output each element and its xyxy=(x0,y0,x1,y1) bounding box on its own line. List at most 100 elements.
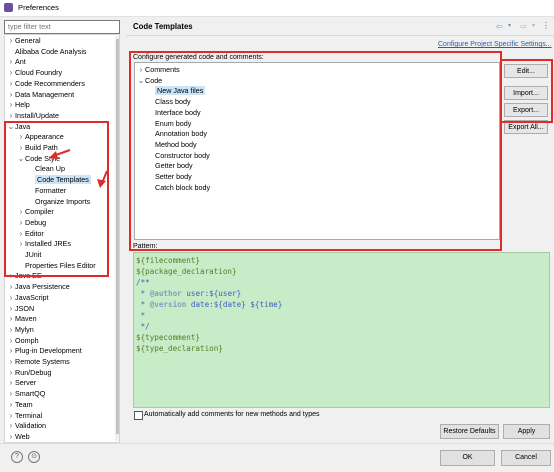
restore-defaults-button[interactable]: Restore Defaults xyxy=(440,424,499,439)
chevron-right-icon[interactable]: › xyxy=(7,378,15,388)
tree-item[interactable]: JUnit xyxy=(17,250,41,260)
template-item[interactable]: Catch block body xyxy=(147,183,210,193)
chevron-right-icon[interactable]: › xyxy=(17,207,25,217)
tree-item[interactable]: › Java EE xyxy=(7,271,42,281)
tree-item[interactable]: › Compiler xyxy=(17,207,54,217)
template-item[interactable]: Enum body xyxy=(147,119,191,129)
tree-item[interactable]: › Team xyxy=(7,400,33,410)
chevron-right-icon[interactable]: › xyxy=(137,65,145,75)
tree-item[interactable]: › Install/Update xyxy=(7,111,59,121)
chevron-right-icon[interactable]: › xyxy=(7,68,15,78)
tree-item[interactable]: › Installed JREs xyxy=(17,239,71,249)
tree-item[interactable]: › Plug-in Development xyxy=(7,346,82,356)
tree-item[interactable]: › Code Recommenders xyxy=(7,79,85,89)
tree-item[interactable]: › General xyxy=(7,36,41,46)
chevron-right-icon[interactable]: › xyxy=(17,143,25,153)
chevron-right-icon[interactable]: › xyxy=(7,421,15,431)
filter-input[interactable] xyxy=(5,21,119,31)
template-item[interactable]: New Java files xyxy=(147,86,206,96)
template-item[interactable]: ⌄Code xyxy=(137,76,163,86)
cancel-button[interactable]: Cancel xyxy=(501,450,551,466)
template-item[interactable]: › Comments xyxy=(137,65,180,75)
filter-field[interactable] xyxy=(4,20,120,34)
template-item[interactable]: Class body xyxy=(147,97,191,107)
chevron-right-icon[interactable]: › xyxy=(7,346,15,356)
tree-item[interactable]: › Cloud Foundry xyxy=(7,68,63,78)
tree-item[interactable]: Alibaba Code Analysis xyxy=(7,47,87,57)
template-item[interactable]: Constructor body xyxy=(147,151,210,161)
chevron-right-icon[interactable]: › xyxy=(17,229,25,239)
help-icon[interactable]: ? xyxy=(11,451,23,463)
ok-button[interactable]: OK xyxy=(440,450,495,466)
import-button[interactable]: Import... xyxy=(504,86,548,100)
template-tree[interactable]: › Comments ⌄Code New Java files Class body In… xyxy=(134,62,500,240)
chevron-right-icon[interactable]: › xyxy=(7,79,15,89)
auto-comment-checkbox[interactable] xyxy=(134,411,143,420)
chevron-right-icon[interactable]: › xyxy=(7,57,15,67)
apply-button[interactable]: Apply xyxy=(503,424,550,439)
edit-button[interactable]: Edit... xyxy=(504,64,548,78)
tree-item[interactable]: › Run/Debug xyxy=(7,368,52,378)
chevron-right-icon[interactable]: › xyxy=(7,271,15,281)
chevron-right-icon[interactable]: › xyxy=(7,111,15,121)
chevron-right-icon[interactable]: › xyxy=(17,132,25,142)
tree-item[interactable]: ⌄Java xyxy=(7,122,31,132)
tree-item[interactable]: › Data Management xyxy=(7,90,74,100)
tree-item[interactable]: › Remote Systems xyxy=(7,357,70,367)
tree-item[interactable]: › Debug xyxy=(17,218,47,228)
chevron-right-icon[interactable]: › xyxy=(7,282,15,292)
tree-item[interactable]: › Editor xyxy=(17,229,44,239)
forward-arrow-icon[interactable]: ⇨ xyxy=(520,22,527,31)
tree-item[interactable]: › Terminal xyxy=(7,411,43,421)
tree-item[interactable]: › SmartQQ xyxy=(7,389,46,399)
tree-item[interactable]: › Oomph xyxy=(7,336,39,346)
chevron-right-icon[interactable]: › xyxy=(7,411,15,421)
tree-item[interactable]: › JSON xyxy=(7,304,35,314)
forward-dropdown-icon[interactable]: ▾ xyxy=(532,22,535,29)
tree-item[interactable]: Properties Files Editor xyxy=(17,261,96,271)
tree-item[interactable]: Organize Imports xyxy=(27,197,90,207)
expand-down-icon[interactable]: ⌄ xyxy=(137,76,145,86)
chevron-right-icon[interactable]: › xyxy=(7,90,15,100)
chevron-right-icon[interactable]: › xyxy=(17,239,25,249)
chevron-right-icon[interactable]: › xyxy=(7,400,15,410)
preference-tree[interactable]: › General Alibaba Code Analysis › Ant › Cloud … xyxy=(4,34,120,443)
tree-item[interactable]: › Server xyxy=(7,378,37,388)
chevron-right-icon[interactable]: › xyxy=(7,325,15,335)
chevron-right-icon[interactable]: › xyxy=(7,336,15,346)
template-item[interactable]: Interface body xyxy=(147,108,201,118)
configure-project-settings-link[interactable]: Configure Project Specific Settings... xyxy=(438,41,552,48)
tree-item[interactable]: › Mylyn xyxy=(7,325,34,335)
tree-item[interactable]: › Maven xyxy=(7,314,37,324)
export-button[interactable]: Export... xyxy=(504,103,548,117)
expand-down-icon[interactable]: ⌄ xyxy=(7,122,15,132)
template-item[interactable]: Method body xyxy=(147,140,197,150)
back-dropdown-icon[interactable]: ▾ xyxy=(508,22,511,29)
chevron-right-icon[interactable]: › xyxy=(7,304,15,314)
import-export-icon[interactable]: ⊙ xyxy=(28,451,40,463)
chevron-right-icon[interactable]: › xyxy=(7,389,15,399)
expand-down-icon[interactable]: ⌄ xyxy=(17,154,25,164)
template-item[interactable]: Getter body xyxy=(147,161,193,171)
tree-item[interactable]: › Validation xyxy=(7,421,46,431)
tree-item[interactable]: › Appearance xyxy=(17,132,64,142)
pattern-editor[interactable]: ${filecomment} ${package_declaration}/** … xyxy=(133,252,550,408)
tree-item[interactable]: › Java Persistence xyxy=(7,282,70,292)
chevron-right-icon[interactable]: › xyxy=(7,432,15,442)
tree-item[interactable]: › Web xyxy=(7,432,30,442)
export-all-button[interactable]: Export All... xyxy=(504,120,548,134)
chevron-right-icon[interactable]: › xyxy=(7,100,15,110)
tree-item[interactable]: › JavaScript xyxy=(7,293,49,303)
template-item[interactable]: Setter body xyxy=(147,172,192,182)
back-arrow-icon[interactable]: ⇦ xyxy=(496,22,503,31)
template-item[interactable]: Annotation body xyxy=(147,129,207,139)
chevron-right-icon[interactable]: › xyxy=(7,357,15,367)
chevron-right-icon[interactable]: › xyxy=(7,314,15,324)
chevron-right-icon[interactable]: › xyxy=(7,368,15,378)
menu-dots-icon[interactable]: ⋮ xyxy=(542,21,550,30)
tree-item[interactable]: › Ant xyxy=(7,57,26,67)
tree-item[interactable]: › Help xyxy=(7,100,30,110)
chevron-right-icon[interactable]: › xyxy=(7,36,15,46)
tree-scrollbar-thumb[interactable] xyxy=(116,39,119,434)
chevron-right-icon[interactable]: › xyxy=(17,218,25,228)
